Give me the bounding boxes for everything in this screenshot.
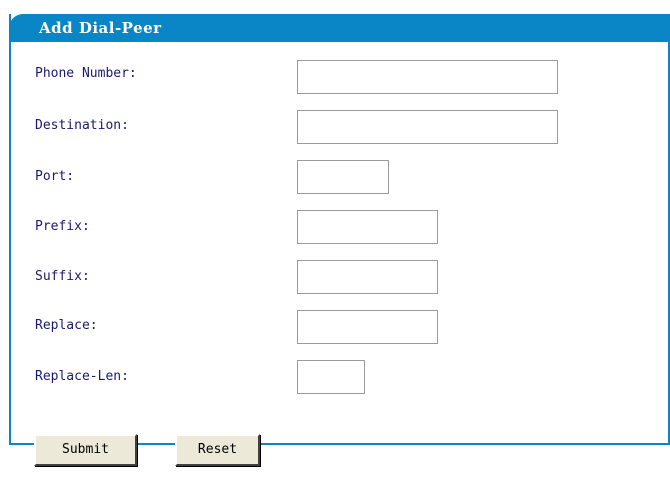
replace-len-input[interactable] [297,360,365,394]
add-dial-peer-panel: Add Dial-Peer Phone Number: Destination:… [9,14,670,445]
destination-input[interactable] [297,110,558,144]
panel-title: Add Dial-Peer [39,19,162,37]
suffix-label: Suffix: [35,269,90,284]
submit-button[interactable]: Submit [34,434,137,466]
replace-len-label: Replace-Len: [35,369,129,384]
suffix-input[interactable] [297,260,438,294]
port-input[interactable] [297,160,389,194]
panel-header: Add Dial-Peer [9,14,670,42]
phone-number-label: Phone Number: [35,66,137,81]
prefix-label: Prefix: [35,219,90,234]
replace-label: Replace: [35,318,98,333]
reset-button[interactable]: Reset [175,434,260,466]
prefix-input[interactable] [297,210,438,244]
destination-label: Destination: [35,118,129,133]
port-label: Port: [35,169,75,184]
replace-input[interactable] [297,310,438,344]
phone-number-input[interactable] [297,60,558,94]
